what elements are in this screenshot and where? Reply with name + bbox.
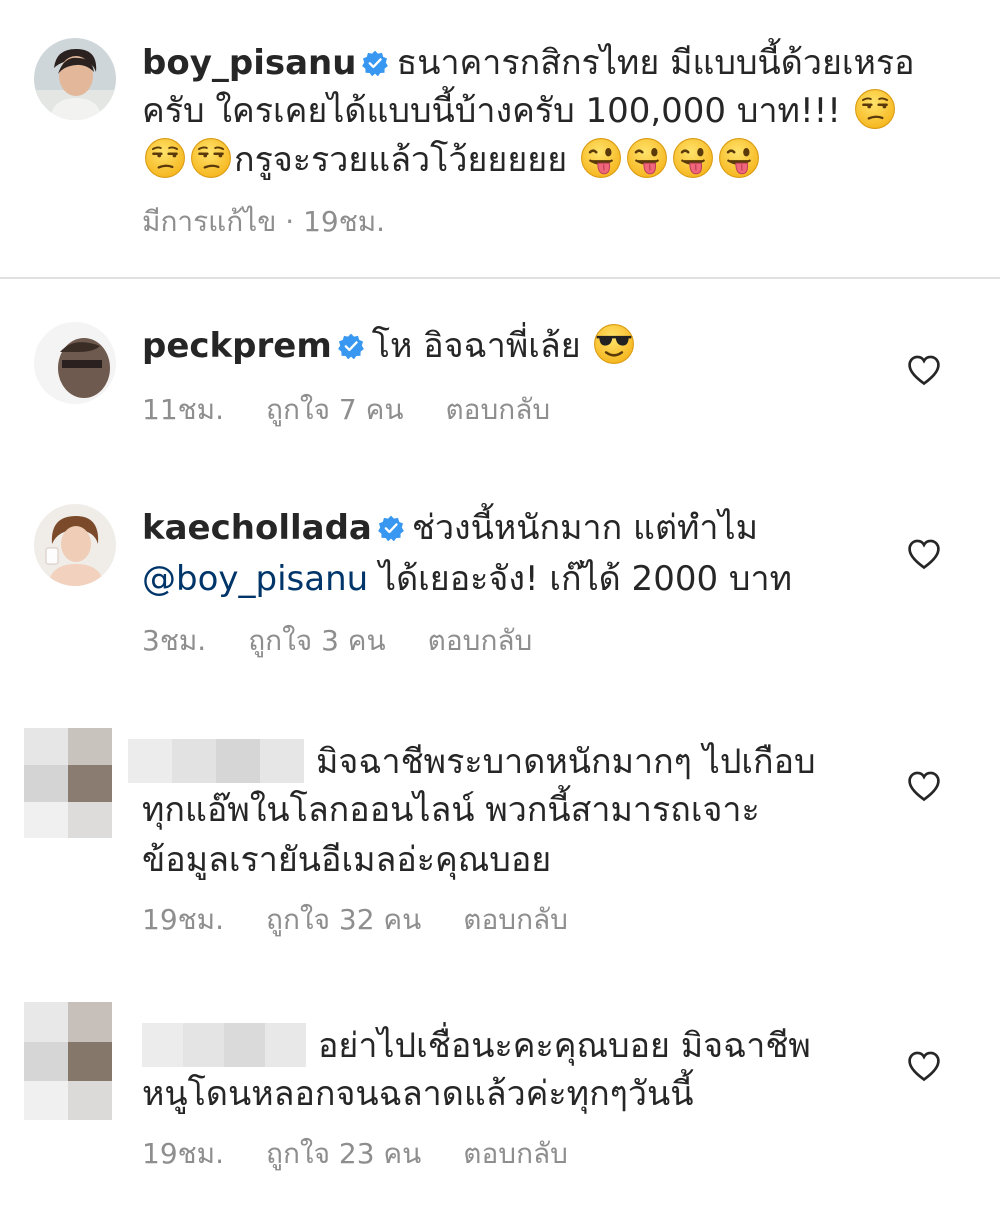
reply-button[interactable]: ตอบกลับ	[445, 390, 550, 430]
heart-outline-icon[interactable]	[906, 536, 942, 572]
like-count[interactable]: ถูกใจ 32 คน	[266, 900, 421, 940]
comment-meta: 3ชม. ถูกใจ 3 คน ตอบกลับ	[142, 621, 532, 661]
comment-line: peckprem โห อิจฉาพี่เล้ย	[142, 322, 637, 370]
comment-time: 3ชม.	[142, 624, 207, 657]
verified-badge-icon	[378, 515, 404, 541]
caption-line: boy_pisanu ธนาคารกสิกรไทย มีแบบนี้ด้วยเหร…	[142, 39, 915, 87]
comment-time: 19ชม.	[142, 903, 224, 936]
comment-text: ช่วงนี้หนักมาก แต่ทำไม	[411, 508, 759, 548]
avatar[interactable]	[34, 504, 116, 586]
comment-time: 11ชม.	[142, 393, 224, 426]
smiling-face-with-sunglasses-emoji	[593, 323, 635, 365]
unamused-face-emoji	[854, 88, 896, 130]
comment-line: มิจฉาชีพระบาดหนักมากๆ ไปเกือบ	[128, 738, 816, 786]
heart-outline-icon[interactable]	[906, 352, 942, 388]
comment-meta: 19ชม. ถูกใจ 32 คน ตอบกลับ	[142, 900, 568, 940]
comment: มิจฉาชีพระบาดหนักมากๆ ไปเกือบ ทุกแอ๊พในโ…	[0, 720, 1000, 960]
post-caption: boy_pisanu ธนาคารกสิกรไทย มีแบบนี้ด้วยเหร…	[0, 0, 1000, 277]
comment-text: ทุกแอ๊พในโลกออนไลน์ พวกนี้สามารถเจาะ	[142, 790, 760, 830]
username[interactable]: boy_pisanu	[142, 43, 356, 83]
comment-text: มิจฉาชีพระบาดหนักมากๆ ไปเกือบ	[316, 742, 816, 782]
caption-text: ครับ ใครเคยได้แบบนี้บ้างครับ 100,000 บาท…	[142, 91, 841, 131]
verified-badge-icon	[362, 50, 388, 76]
reply-button[interactable]: ตอบกลับ	[463, 900, 568, 940]
comment-line: อย่าไปเชื่อนะคะคุณบอย มิจฉาชีพ	[142, 1022, 811, 1070]
reply-button[interactable]: ตอบกลับ	[463, 1134, 568, 1174]
comment-line: @boy_pisanu ได้เยอะจัง! เก๊ได้ 2000 บาท	[142, 555, 792, 603]
comment-line: kaechollada ช่วงนี้หนักมาก แต่ทำไม	[142, 504, 758, 552]
winking-face-with-tongue-emoji	[718, 137, 760, 179]
comment: kaechollada ช่วงนี้หนักมาก แต่ทำไม @boy_p…	[0, 480, 1000, 680]
comment-text: โห อิจฉาพี่เล้ย	[371, 326, 581, 366]
like-count[interactable]: ถูกใจ 3 คน	[248, 621, 385, 661]
heart-outline-icon[interactable]	[906, 1048, 942, 1084]
winking-face-with-tongue-emoji	[672, 137, 714, 179]
comment-text: อย่าไปเชื่อนะคะคุณบอย มิจฉาชีพ	[318, 1026, 811, 1066]
unamused-face-emoji	[190, 137, 232, 179]
comment-meta: 11ชม. ถูกใจ 7 คน ตอบกลับ	[142, 390, 550, 430]
comment-text: ข้อมูลเรายันอีเมลอ่ะคุณบอย	[142, 840, 552, 880]
heart-outline-icon[interactable]	[906, 768, 942, 804]
caption-line: ครับ ใครเคยได้แบบนี้บ้างครับ 100,000 บาท…	[142, 87, 898, 135]
edited-timestamp: มีการแก้ไข · 19ชม.	[142, 205, 386, 238]
comment-line: ทุกแอ๊พในโลกออนไลน์ พวกนี้สามารถเจาะ	[142, 786, 760, 834]
divider	[0, 277, 1000, 279]
comment-meta: 19ชม. ถูกใจ 23 คน ตอบกลับ	[142, 1134, 568, 1174]
blurred-username[interactable]	[128, 739, 304, 783]
unamused-face-emoji	[144, 137, 186, 179]
caption-text: ธนาคารกสิกรไทย มีแบบนี้ด้วยเหรอ	[396, 43, 915, 83]
caption-text: กรูจะรวยแล้วโว้ยยยยย	[234, 140, 568, 180]
caption-line: กรูจะรวยแล้วโว้ยยยยย	[142, 136, 762, 184]
comment-line: ข้อมูลเรายันอีเมลอ่ะคุณบอย	[142, 836, 551, 884]
avatar[interactable]	[24, 728, 112, 838]
comment-text: ได้เยอะจัง! เก๊ได้ 2000 บาท	[379, 559, 792, 599]
username[interactable]: peckprem	[142, 326, 332, 366]
like-count[interactable]: ถูกใจ 7 คน	[266, 390, 403, 430]
caption-meta: มีการแก้ไข · 19ชม.	[142, 202, 385, 242]
comment: peckprem โห อิจฉาพี่เล้ย 11ชม. ถูกใจ 7 คน ต…	[0, 300, 1000, 450]
reply-button[interactable]: ตอบกลับ	[428, 621, 533, 661]
comment-time: 19ชม.	[142, 1137, 224, 1170]
username[interactable]: kaechollada	[142, 508, 372, 548]
blurred-username[interactable]	[142, 1023, 306, 1067]
avatar[interactable]	[24, 1002, 112, 1120]
comment-text: หนูโดนหลอกจนฉลาดแล้วค่ะทุกๆวันนี้	[142, 1074, 694, 1114]
verified-badge-icon	[338, 333, 364, 359]
winking-face-with-tongue-emoji	[626, 137, 668, 179]
winking-face-with-tongue-emoji	[580, 137, 622, 179]
mention-link[interactable]: @boy_pisanu	[142, 559, 368, 599]
avatar[interactable]	[34, 322, 116, 404]
comment: อย่าไปเชื่อนะคะคุณบอย มิจฉาชีพ หนูโดนหลอ…	[0, 1000, 1000, 1200]
like-count[interactable]: ถูกใจ 23 คน	[266, 1134, 421, 1174]
avatar[interactable]	[34, 38, 116, 120]
comment-line: หนูโดนหลอกจนฉลาดแล้วค่ะทุกๆวันนี้	[142, 1070, 694, 1118]
